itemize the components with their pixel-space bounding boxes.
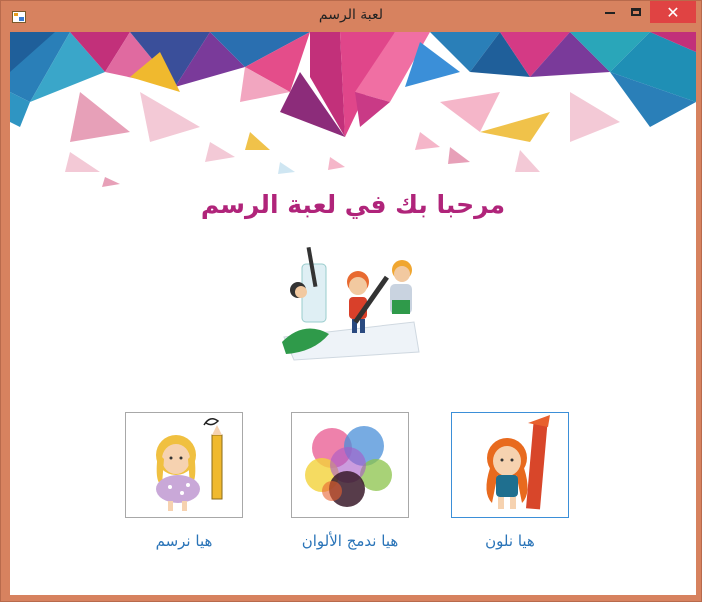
minimize-button[interactable] <box>597 1 623 23</box>
window-title: لعبة الرسم <box>318 7 384 23</box>
close-icon: ✕ <box>666 2 680 22</box>
blend-colors-link[interactable]: هيا ندمج الألوان <box>270 532 430 550</box>
main-form: مرحبا بك في لعبة الرسم هيا نلون هيا ندمج… <box>10 32 696 595</box>
color-blend-icon <box>305 426 392 507</box>
kids-painting-illustration <box>282 246 420 361</box>
lets-color-link[interactable]: هيا نلون <box>430 532 590 550</box>
girl-with-pencil-icon <box>156 418 223 511</box>
lets-draw-link[interactable]: هيا نرسم <box>104 532 264 550</box>
welcome-heading: مرحبا بك في لعبة الرسم <box>200 190 506 219</box>
option-card-lets-color[interactable] <box>451 412 569 518</box>
title-bar[interactable]: لعبة الرسم ✕ <box>1 1 701 32</box>
girl-with-crayon-icon <box>486 415 550 510</box>
geometric-banner-image <box>10 32 696 187</box>
maximize-icon <box>631 8 641 16</box>
minimize-icon <box>605 12 615 14</box>
close-button[interactable]: ✕ <box>650 1 696 23</box>
option-card-blend-colors[interactable] <box>291 412 409 518</box>
maximize-button[interactable] <box>623 1 649 23</box>
app-window: لعبة الرسم ✕ مرحبا بك في لعبة الرسم هيا … <box>0 0 702 602</box>
option-card-lets-draw[interactable] <box>125 412 243 518</box>
